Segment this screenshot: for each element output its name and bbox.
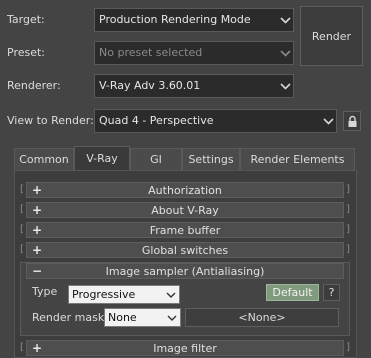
bracket-left: [	[20, 244, 24, 255]
lock-icon	[347, 115, 358, 128]
rollout-authorization[interactable]: [ + Authorization ]	[20, 182, 350, 198]
rollout-image-sampler-header[interactable]: − Image sampler (Antialiasing)	[26, 263, 344, 279]
chevron-down-icon	[277, 75, 293, 97]
collapse-icon: −	[32, 264, 43, 278]
bracket-right: ]	[346, 184, 350, 195]
rollout-title: Image filter	[153, 341, 217, 355]
expand-icon: +	[32, 243, 43, 257]
expand-icon: +	[32, 223, 43, 237]
rollout-title: Frame buffer	[149, 223, 221, 237]
render-mask-object-button[interactable]: <None>	[185, 308, 339, 327]
render-button[interactable]: Render	[300, 6, 363, 66]
rollout-title: Authorization	[148, 183, 222, 197]
lock-view-button[interactable]	[343, 111, 361, 131]
preset-label: Preset:	[7, 46, 46, 59]
tab-settings[interactable]: Settings	[182, 148, 240, 170]
tab-common[interactable]: Common	[14, 148, 74, 170]
bracket-right: ]	[346, 244, 350, 255]
bracket-right: ]	[346, 342, 350, 353]
expand-icon: +	[32, 341, 43, 355]
expand-icon: +	[32, 203, 43, 217]
target-label: Target:	[7, 13, 45, 26]
chevron-down-icon	[164, 286, 178, 303]
rollout-image-sampler: − Image sampler (Antialiasing) Type Prog…	[20, 262, 350, 336]
chevron-down-icon	[320, 110, 336, 132]
renderer-dropdown[interactable]: V-Ray Adv 3.60.01	[94, 74, 294, 98]
target-dropdown[interactable]: Production Rendering Mode	[94, 8, 294, 32]
renderer-value: V-Ray Adv 3.60.01	[99, 79, 201, 92]
render-mask-value: None	[108, 311, 137, 324]
view-to-render-label: View to Render:	[7, 114, 94, 127]
bracket-left: [	[20, 184, 24, 195]
bracket-left: [	[20, 224, 24, 235]
rollout-title: About V-Ray	[151, 203, 219, 217]
view-value: Quad 4 - Perspective	[99, 114, 214, 127]
bracket-left: [	[20, 342, 24, 353]
rollout-frame-buffer[interactable]: [ + Frame buffer ]	[20, 222, 350, 238]
rollout-image-filter[interactable]: [ + Image filter ]	[20, 340, 350, 356]
chevron-down-icon	[165, 309, 179, 326]
target-value: Production Rendering Mode	[99, 13, 251, 26]
rollout-about-vray[interactable]: [ + About V-Ray ]	[20, 202, 350, 218]
tab-gi[interactable]: GI	[130, 148, 182, 170]
view-to-render-dropdown[interactable]: Quad 4 - Perspective	[94, 109, 337, 133]
bracket-right: ]	[346, 204, 350, 215]
sampler-type-select[interactable]: Progressive	[68, 285, 180, 304]
default-button[interactable]: Default	[266, 284, 319, 301]
type-label: Type	[32, 285, 58, 298]
chevron-down-icon	[277, 42, 293, 64]
renderer-label: Renderer:	[7, 79, 61, 92]
bracket-left: [	[20, 204, 24, 215]
tab-vray[interactable]: V-Ray	[74, 146, 130, 170]
render-mask-label: Render mask	[32, 311, 105, 324]
bracket-right: ]	[346, 224, 350, 235]
rollout-title: Global switches	[141, 243, 229, 257]
preset-value: No preset selected	[99, 46, 203, 59]
sampler-type-value: Progressive	[72, 288, 136, 301]
tab-render-elements[interactable]: Render Elements	[240, 148, 355, 170]
rollout-title: Image sampler (Antialiasing)	[105, 264, 265, 278]
preset-dropdown[interactable]: No preset selected	[94, 41, 294, 65]
expand-icon: +	[32, 183, 43, 197]
rollout-global-switches[interactable]: [ + Global switches ]	[20, 242, 350, 258]
render-mask-select[interactable]: None	[104, 308, 181, 327]
chevron-down-icon	[277, 9, 293, 31]
tab-bar: Common V-Ray GI Settings Render Elements	[0, 145, 371, 171]
help-button[interactable]: ?	[323, 284, 340, 301]
